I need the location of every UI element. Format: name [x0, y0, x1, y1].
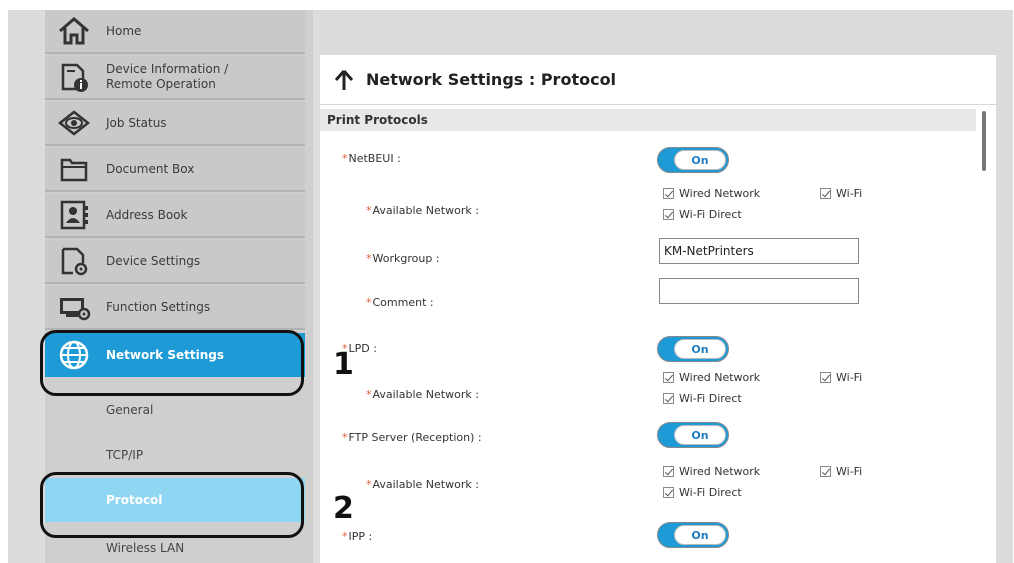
- sidebar-item-label: Document Box: [106, 161, 195, 176]
- eye-icon: [55, 105, 93, 141]
- callout-number-1: 1: [333, 347, 354, 382]
- lpd-direct-checkbox[interactable]: Wi-Fi Direct: [663, 392, 742, 405]
- netbeui-direct-checkbox[interactable]: Wi-Fi Direct: [663, 208, 742, 221]
- ipp-label: *IPP :: [342, 530, 373, 543]
- ftp-wired-checkbox[interactable]: Wired Network: [663, 465, 760, 478]
- workgroup-label: *Workgroup :: [366, 252, 440, 265]
- sidebar-item-job-status[interactable]: Job Status: [45, 102, 305, 146]
- sidebar-item-label: Device Information / Remote Operation: [106, 62, 229, 91]
- netbeui-network-label: *Available Network :: [366, 204, 479, 217]
- comment-label: *Comment :: [366, 296, 434, 309]
- workgroup-input[interactable]: KM-NetPrinters: [659, 238, 859, 264]
- device-settings-icon: [55, 243, 93, 279]
- page-title: Network Settings : Protocol: [366, 70, 617, 89]
- ftp-label: *FTP Server (Reception) :: [342, 431, 482, 444]
- sidebar-subitem-label: Wireless LAN: [106, 541, 185, 555]
- ftp-wifi-checkbox[interactable]: Wi-Fi: [820, 465, 862, 478]
- section-header: Print Protocols: [320, 109, 976, 131]
- sidebar-item-label: Home: [106, 23, 142, 38]
- sidebar-subitem-label: TCP/IP: [106, 448, 144, 462]
- device-info-icon: [55, 59, 93, 95]
- address-book-icon: [55, 197, 93, 233]
- sidebar-item-home[interactable]: Home: [45, 10, 305, 54]
- scrollbar[interactable]: [982, 111, 986, 171]
- lpd-wifi-checkbox[interactable]: Wi-Fi: [820, 371, 862, 384]
- callout-network-settings: [40, 330, 304, 396]
- sidebar-item-address-book[interactable]: Address Book: [45, 194, 305, 238]
- sidebar-item-document-box[interactable]: Document Box: [45, 148, 305, 192]
- sidebar-item-device-settings[interactable]: Device Settings: [45, 240, 305, 284]
- netbeui-wifi-checkbox[interactable]: Wi-Fi: [820, 187, 862, 200]
- ftp-direct-checkbox[interactable]: Wi-Fi Direct: [663, 486, 742, 499]
- lpd-network-label: *Available Network :: [366, 388, 479, 401]
- sidebar-item-label: Job Status: [106, 115, 167, 130]
- sidebar-item-function-settings[interactable]: Function Settings: [45, 286, 305, 330]
- callout-protocol: [40, 472, 304, 538]
- lpd-wired-checkbox[interactable]: Wired Network: [663, 371, 760, 384]
- back-arrow-icon[interactable]: [334, 69, 354, 91]
- netbeui-toggle[interactable]: On: [657, 147, 729, 173]
- main-panel: Network Settings : Protocol Print Protoc…: [320, 55, 996, 563]
- sidebar-item-label: Device Settings: [106, 253, 201, 268]
- home-icon: [55, 13, 93, 49]
- netbeui-wired-checkbox[interactable]: Wired Network: [663, 187, 760, 200]
- sidebar-item-device-information[interactable]: Device Information / Remote Operation: [45, 56, 305, 100]
- netbeui-label: *NetBEUI :: [342, 152, 401, 165]
- lpd-toggle[interactable]: On: [657, 336, 729, 362]
- ftp-toggle[interactable]: On: [657, 422, 729, 448]
- function-settings-icon: [55, 289, 93, 325]
- callout-number-2: 2: [333, 491, 354, 526]
- sidebar-item-label: Address Book: [106, 207, 188, 222]
- page-header: Network Settings : Protocol: [320, 55, 996, 105]
- ftp-network-label: *Available Network :: [366, 478, 479, 491]
- ipp-toggle[interactable]: On: [657, 522, 729, 548]
- folder-icon: [55, 151, 93, 187]
- comment-input[interactable]: [659, 278, 859, 304]
- sidebar-item-label: Function Settings: [106, 299, 211, 314]
- sidebar-subitem-tcp-ip[interactable]: TCP/IP: [45, 433, 305, 477]
- sidebar-subitem-label: General: [106, 403, 154, 417]
